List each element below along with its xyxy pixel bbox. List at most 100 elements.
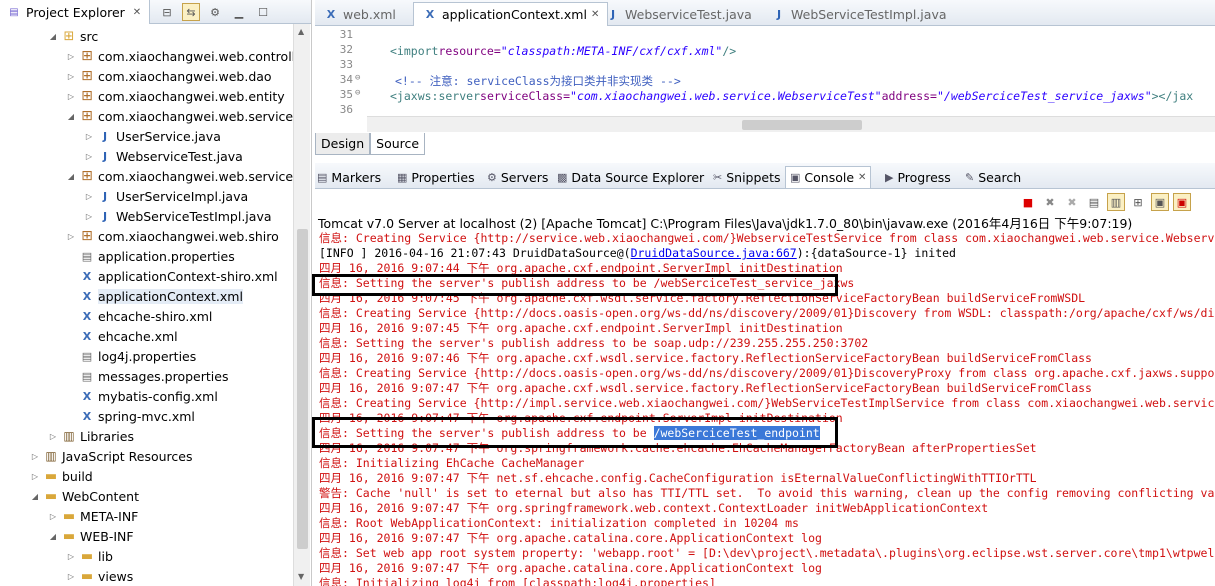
tab-project-explorer[interactable]: ▤ Project Explorer ✕ [0,0,150,24]
expanded-arrow-icon[interactable]: ◢ [48,532,58,541]
tree-item[interactable]: ◢ ▬ WEB-INF [48,526,134,546]
scroll-down-icon[interactable]: ▼ [298,572,304,581]
tree-item[interactable]: ◢ ▬ WebContent [30,486,139,506]
view-menu-icon[interactable]: ⚙ [206,3,224,21]
collapsed-arrow-icon[interactable]: ▷ [30,472,40,481]
tree-item[interactable]: ◢ ⊞ src [48,26,98,46]
collapsed-arrow-icon[interactable]: ▷ [66,572,76,581]
tab-design[interactable]: Design [315,133,371,155]
tab-search[interactable]: ✎ Search [965,166,1021,188]
editor-hscrollbar[interactable] [367,116,1215,132]
close-icon[interactable]: ✕ [858,172,866,183]
collapsed-arrow-icon[interactable]: ▷ [84,152,94,161]
tab-markers[interactable]: ▤ Markers [317,166,381,188]
tree-item[interactable]: ▷ J UserServiceImpl.java [84,186,248,206]
code-token: "com.xiaochangwei.web.service.Webservice… [570,88,882,103]
collapsed-arrow-icon[interactable]: ▷ [84,192,94,201]
console-line: 四月 16, 2016 9:07:47 下午 org.springframewo… [319,501,1215,516]
collapsed-arrow-icon[interactable]: ▷ [48,432,58,441]
tree-item[interactable]: ▤ messages.properties [66,366,229,386]
collapsed-arrow-icon[interactable]: ▷ [66,92,76,101]
explorer-scrollbar[interactable]: ▲ ▼ [293,24,310,586]
scrollbar-thumb[interactable] [297,229,308,549]
tree-item[interactable]: XapplicationContext.xml [66,286,243,306]
console-line: 四月 16, 2016 9:07:47 下午 org.apache.catali… [319,561,1215,576]
fold-icon[interactable]: ⊖ [355,73,360,83]
tree-item[interactable]: ▤ application.properties [66,246,235,266]
tree-item[interactable]: ▷ ⊞ com.xiaochangwei.web.entity [66,86,285,106]
tree-item[interactable]: ▷ ⊞ com.xiaochangwei.web.dao [66,66,272,86]
explorer-title: Project Explorer [26,4,125,20]
code-line[interactable]: <!-- 注意: serviceClass为接口类并非实现类 --> [395,73,681,88]
console-output[interactable]: 信息: Creating Service {http://service.web… [319,231,1215,586]
pin-console-icon[interactable]: ⊞ [1129,193,1147,211]
tab-snippets[interactable]: ✂ Snippets [713,166,781,188]
link-editor-icon[interactable]: ⇆ [182,3,200,21]
clear-console-icon[interactable]: ▤ [1085,193,1103,211]
tree-item[interactable]: Xspring-mvc.xml [66,406,195,426]
tree-item[interactable]: ▷ ⊞ com.xiaochangwei.web.controller [66,46,293,66]
open-console-icon[interactable]: ▣ [1173,193,1191,211]
tree-item[interactable]: ▷ ⊞ com.xiaochangwei.web.shiro [66,226,279,246]
collapsed-arrow-icon[interactable]: ▷ [84,212,94,221]
expanded-arrow-icon[interactable]: ◢ [30,492,40,501]
console-text: 信息: Setting the server's publish address… [319,426,654,440]
source-link[interactable]: DruidDataSource.java:667 [631,246,797,260]
collapsed-arrow-icon[interactable]: ▷ [84,132,94,141]
collapse-all-icon[interactable]: ⊟ [158,3,176,21]
tree-item[interactable]: ▷ ▬ views [66,566,133,586]
tree-item[interactable]: Xmybatis-config.xml [66,386,218,406]
tree-item-label: views [98,568,134,584]
code-line[interactable]: <jaxws:server serviceClass= "com.xiaochan… [390,88,1193,103]
collapsed-arrow-icon[interactable]: ▷ [66,52,76,61]
tab-source[interactable]: Source [370,133,426,155]
code-token: <jaxws:server [390,88,481,103]
fold-icon[interactable]: ⊖ [355,88,360,98]
collapsed-arrow-icon[interactable]: ▷ [48,512,58,521]
collapsed-arrow-icon[interactable]: ▷ [66,552,76,561]
code-area[interactable]: 31 32 <import resource= "classpath:META-INF… [315,26,1215,116]
tab-servers[interactable]: ⚙ Servers [487,166,548,188]
editor-tab[interactable]: XapplicationContext.xml ✕ [413,2,609,26]
expanded-arrow-icon[interactable]: ◢ [48,32,58,41]
tab-console[interactable]: ▣ Console ✕ [785,166,872,188]
tree-item[interactable]: XapplicationContext-shiro.xml [66,266,278,286]
code-line[interactable]: <import resource= "classpath:META-INF/cxf… [390,43,736,58]
tree-item[interactable]: ▷ ▥ Libraries [48,426,134,446]
scrollbar-thumb[interactable] [742,120,862,130]
tree-item[interactable]: ▷ ▬ META-INF [48,506,138,526]
tree-item[interactable]: Xehcache.xml [66,326,178,346]
collapsed-arrow-icon[interactable]: ▷ [66,232,76,241]
tree-item[interactable]: ◢ ⊞ com.xiaochangwei.web.service.im [66,166,293,186]
display-selected-icon[interactable]: ▣ [1151,193,1169,211]
tree-item[interactable]: ▷ ▬ build [30,466,93,486]
selected-text[interactable]: /webSerciceTest_endpoint [653,426,820,440]
tree-item[interactable]: ▷ J UserService.java [84,126,221,146]
tree-item[interactable]: ◢ ⊞ com.xiaochangwei.web.service [66,106,293,126]
terminate-icon[interactable]: ■ [1019,193,1037,211]
scroll-lock-icon[interactable]: ▥ [1107,193,1125,211]
tree-item[interactable]: ▷ J WebserviceTest.java [84,146,243,166]
tree-item[interactable]: Xehcache-shiro.xml [66,306,213,326]
minimize-icon[interactable]: ▁ [230,3,248,21]
collapsed-arrow-icon[interactable]: ▷ [30,452,40,461]
tree-item[interactable]: ▷ ▬ lib [66,546,113,566]
tab-progress[interactable]: ▶ Progress [885,166,951,188]
editor-tab[interactable]: J WebServiceTestImpl.java [763,2,955,26]
tree-item[interactable]: ▷ J WebServiceTestImpl.java [84,206,272,226]
expanded-arrow-icon[interactable]: ◢ [66,112,76,121]
collapsed-arrow-icon[interactable]: ▷ [66,72,76,81]
remove-launch-icon[interactable]: ✖ [1041,193,1059,211]
project-explorer-icon: ▤ [9,6,19,18]
remove-all-icon[interactable]: ✖ [1063,193,1081,211]
scroll-up-icon[interactable]: ▲ [298,27,304,36]
editor-tab[interactable]: Xweb.xml [315,2,404,26]
editor-tab[interactable]: J WebserviceTest.java [597,2,760,26]
expanded-arrow-icon[interactable]: ◢ [66,172,76,181]
maximize-icon[interactable]: ☐ [254,3,272,21]
tree-item[interactable]: ▤ log4j.properties [66,346,196,366]
tree-item[interactable]: ▷ ▥ JavaScript Resources [30,446,193,466]
close-icon[interactable]: ✕ [133,7,141,18]
tab-data-source-explorer[interactable]: ▩ Data Source Explorer [557,166,704,188]
tab-properties[interactable]: ▦ Properties [397,166,475,188]
